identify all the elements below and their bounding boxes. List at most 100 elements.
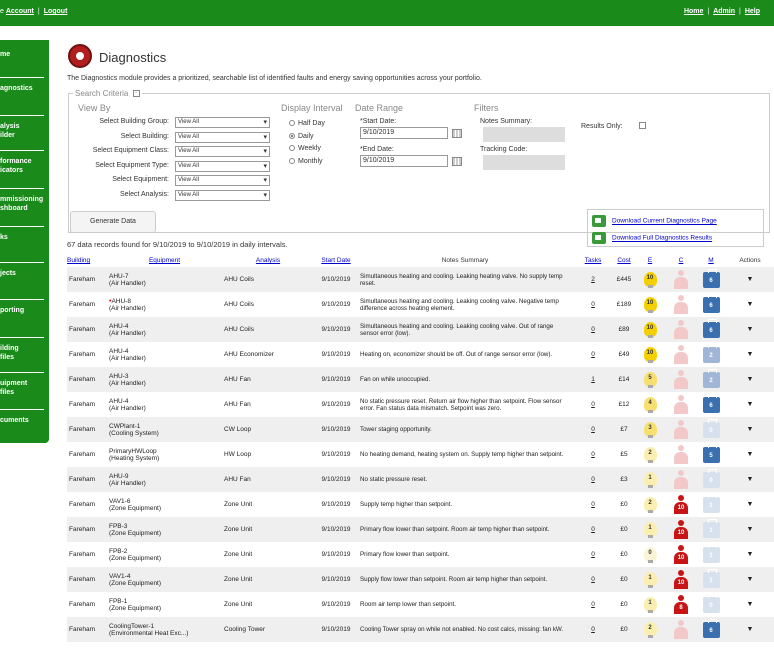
table-row[interactable]: Fareham AHU-3 (Air Handler) AHU Fan 9/10/201… xyxy=(67,367,774,392)
actions-cell[interactable]: ▼ xyxy=(726,542,774,567)
actions-dropdown-icon[interactable]: ▼ xyxy=(747,601,754,608)
actions-dropdown-icon[interactable]: ▼ xyxy=(747,376,754,383)
interval-radio[interactable]: Half Day xyxy=(289,120,325,127)
table-row[interactable]: Fareham •AHU-8 (Air Handler) AHU Coils 9/10/… xyxy=(67,292,774,317)
tasks-cell[interactable]: 0 xyxy=(572,592,614,617)
table-row[interactable]: Fareham AHU-4 (Air Handler) AHU Economizer 9… xyxy=(67,342,774,367)
actions-cell[interactable]: ▼ xyxy=(726,592,774,617)
column-header[interactable]: E xyxy=(634,257,666,267)
tasks-cell[interactable]: 0 xyxy=(572,392,614,417)
actions-dropdown-icon[interactable]: ▼ xyxy=(747,526,754,533)
criteria-select[interactable]: View All xyxy=(175,146,270,157)
tasks-cell[interactable]: 0 xyxy=(572,492,614,517)
criteria-select[interactable]: View All xyxy=(175,189,270,201)
actions-cell[interactable]: ▼ xyxy=(726,267,774,292)
sidebar-item-6[interactable]: jects xyxy=(0,269,49,278)
column-header[interactable]: Analysis xyxy=(222,257,314,267)
end-date-input[interactable]: 9/10/2019 xyxy=(360,155,448,167)
sidebar-item-0[interactable]: me xyxy=(0,50,49,59)
criteria-select[interactable]: View All xyxy=(175,131,270,143)
actions-dropdown-icon[interactable]: ▼ xyxy=(747,501,754,508)
actions-cell[interactable]: ▼ xyxy=(726,342,774,367)
actions-dropdown-icon[interactable]: ▼ xyxy=(747,276,754,283)
table-row[interactable]: Fareham AHU-7 (Air Handler) AHU Coils 9/10/2… xyxy=(67,267,774,292)
column-header[interactable]: Tasks xyxy=(572,257,614,267)
sidebar-item-5[interactable]: ks xyxy=(0,233,49,242)
actions-dropdown-icon[interactable]: ▼ xyxy=(747,576,754,583)
table-row[interactable]: Fareham PrimaryHWLoop (Heating System) HW L… xyxy=(67,442,774,467)
actions-dropdown-icon[interactable]: ▼ xyxy=(747,551,754,558)
table-row[interactable]: Fareham AHU-4 (Air Handler) AHU Coils 9/10/2… xyxy=(67,317,774,342)
actions-dropdown-icon[interactable]: ▼ xyxy=(747,301,754,308)
actions-dropdown-icon[interactable]: ▼ xyxy=(747,426,754,433)
table-row[interactable]: Fareham FPB-2 (Zone Equipment) Zone Unit 9/1… xyxy=(67,542,774,567)
tasks-cell[interactable]: 0 xyxy=(572,467,614,492)
actions-dropdown-icon[interactable]: ▼ xyxy=(747,351,754,358)
tasks-cell[interactable]: 2 xyxy=(572,267,614,292)
interval-radio[interactable]: Monthly xyxy=(289,158,323,165)
start-calendar-icon[interactable] xyxy=(452,129,462,138)
tasks-cell[interactable]: 0 xyxy=(572,417,614,442)
actions-dropdown-icon[interactable]: ▼ xyxy=(747,326,754,333)
actions-dropdown-icon[interactable]: ▼ xyxy=(747,401,754,408)
tracking-code-input[interactable] xyxy=(483,155,565,170)
table-row[interactable]: Fareham AHU-4 (Air Handler) AHU Fan 9/10/201… xyxy=(67,392,774,417)
actions-dropdown-icon[interactable]: ▼ xyxy=(747,451,754,458)
table-row[interactable]: Fareham AHU-9 (Air Handler) AHU Fan 9/10/201… xyxy=(67,467,774,492)
home-link[interactable]: Home xyxy=(684,8,703,15)
column-header[interactable]: Building xyxy=(67,257,107,267)
criteria-select[interactable]: View All xyxy=(175,175,270,186)
end-calendar-icon[interactable] xyxy=(452,157,462,166)
radio-icon[interactable] xyxy=(289,145,295,152)
tasks-cell[interactable]: 0 xyxy=(572,342,614,367)
actions-cell[interactable]: ▼ xyxy=(726,292,774,317)
radio-icon[interactable] xyxy=(289,120,295,127)
actions-cell[interactable]: ▼ xyxy=(726,367,774,392)
download-full-link[interactable]: Download Full Diagnostics Results xyxy=(592,232,712,244)
table-row[interactable]: Fareham CoolingTower-1 (Environmental Heat… xyxy=(67,617,774,642)
actions-cell[interactable]: ▼ xyxy=(726,417,774,442)
table-row[interactable]: Fareham FPB-1 (Zone Equipment) Zone Unit 9/1… xyxy=(67,592,774,617)
radio-icon[interactable] xyxy=(289,157,295,164)
actions-cell[interactable]: ▼ xyxy=(726,467,774,492)
sidebar-item-10[interactable]: cuments xyxy=(0,416,49,425)
tasks-cell[interactable]: 0 xyxy=(572,317,614,342)
table-row[interactable]: Fareham VAV1-4 (Zone Equipment) Zone Unit 9/… xyxy=(67,567,774,592)
sidebar-item-4[interactable]: mmissioning shboard xyxy=(0,195,49,213)
tasks-cell[interactable]: 0 xyxy=(572,517,614,542)
tasks-cell[interactable]: 0 xyxy=(572,442,614,467)
tasks-cell[interactable]: 0 xyxy=(572,617,614,642)
interval-radio[interactable]: Daily xyxy=(289,133,314,140)
sidebar-item-1[interactable]: agnostics xyxy=(0,84,49,93)
column-header[interactable]: Equipment xyxy=(107,257,222,267)
column-header[interactable]: C xyxy=(666,257,696,267)
start-date-input[interactable]: 9/10/2019 xyxy=(360,127,448,139)
sidebar-item-3[interactable]: formance icators xyxy=(0,157,49,175)
radio-icon[interactable] xyxy=(289,132,295,139)
column-header[interactable]: M xyxy=(696,257,726,267)
logout-link[interactable]: Logout xyxy=(44,8,68,15)
download-current-link[interactable]: Download Current Diagnostics Page xyxy=(592,215,717,227)
actions-cell[interactable]: ▼ xyxy=(726,392,774,417)
actions-dropdown-icon[interactable]: ▼ xyxy=(747,626,754,633)
admin-link[interactable]: Admin xyxy=(713,8,735,15)
tasks-cell[interactable]: 0 xyxy=(572,542,614,567)
criteria-select[interactable]: View All xyxy=(175,160,270,172)
sidebar-item-2[interactable]: alysis ilder xyxy=(0,122,49,140)
results-only-checkbox[interactable] xyxy=(639,122,646,129)
column-header[interactable]: Cost xyxy=(614,257,634,267)
actions-cell[interactable]: ▼ xyxy=(726,492,774,517)
actions-cell[interactable]: ▼ xyxy=(726,317,774,342)
actions-cell[interactable]: ▼ xyxy=(726,442,774,467)
actions-cell[interactable]: ▼ xyxy=(726,567,774,592)
sidebar-item-9[interactable]: uipment files xyxy=(0,379,49,397)
actions-cell[interactable]: ▼ xyxy=(726,617,774,642)
help-link[interactable]: Help xyxy=(745,8,760,15)
actions-dropdown-icon[interactable]: ▼ xyxy=(747,476,754,483)
account-link[interactable]: Account xyxy=(6,8,34,15)
generate-data-button[interactable]: Generate Data xyxy=(70,211,156,233)
column-header[interactable]: Start Date xyxy=(314,257,358,267)
sidebar-item-7[interactable]: porting xyxy=(0,306,49,315)
sidebar-item-8[interactable]: ilding files xyxy=(0,344,49,362)
notes-summary-input[interactable] xyxy=(483,127,565,142)
